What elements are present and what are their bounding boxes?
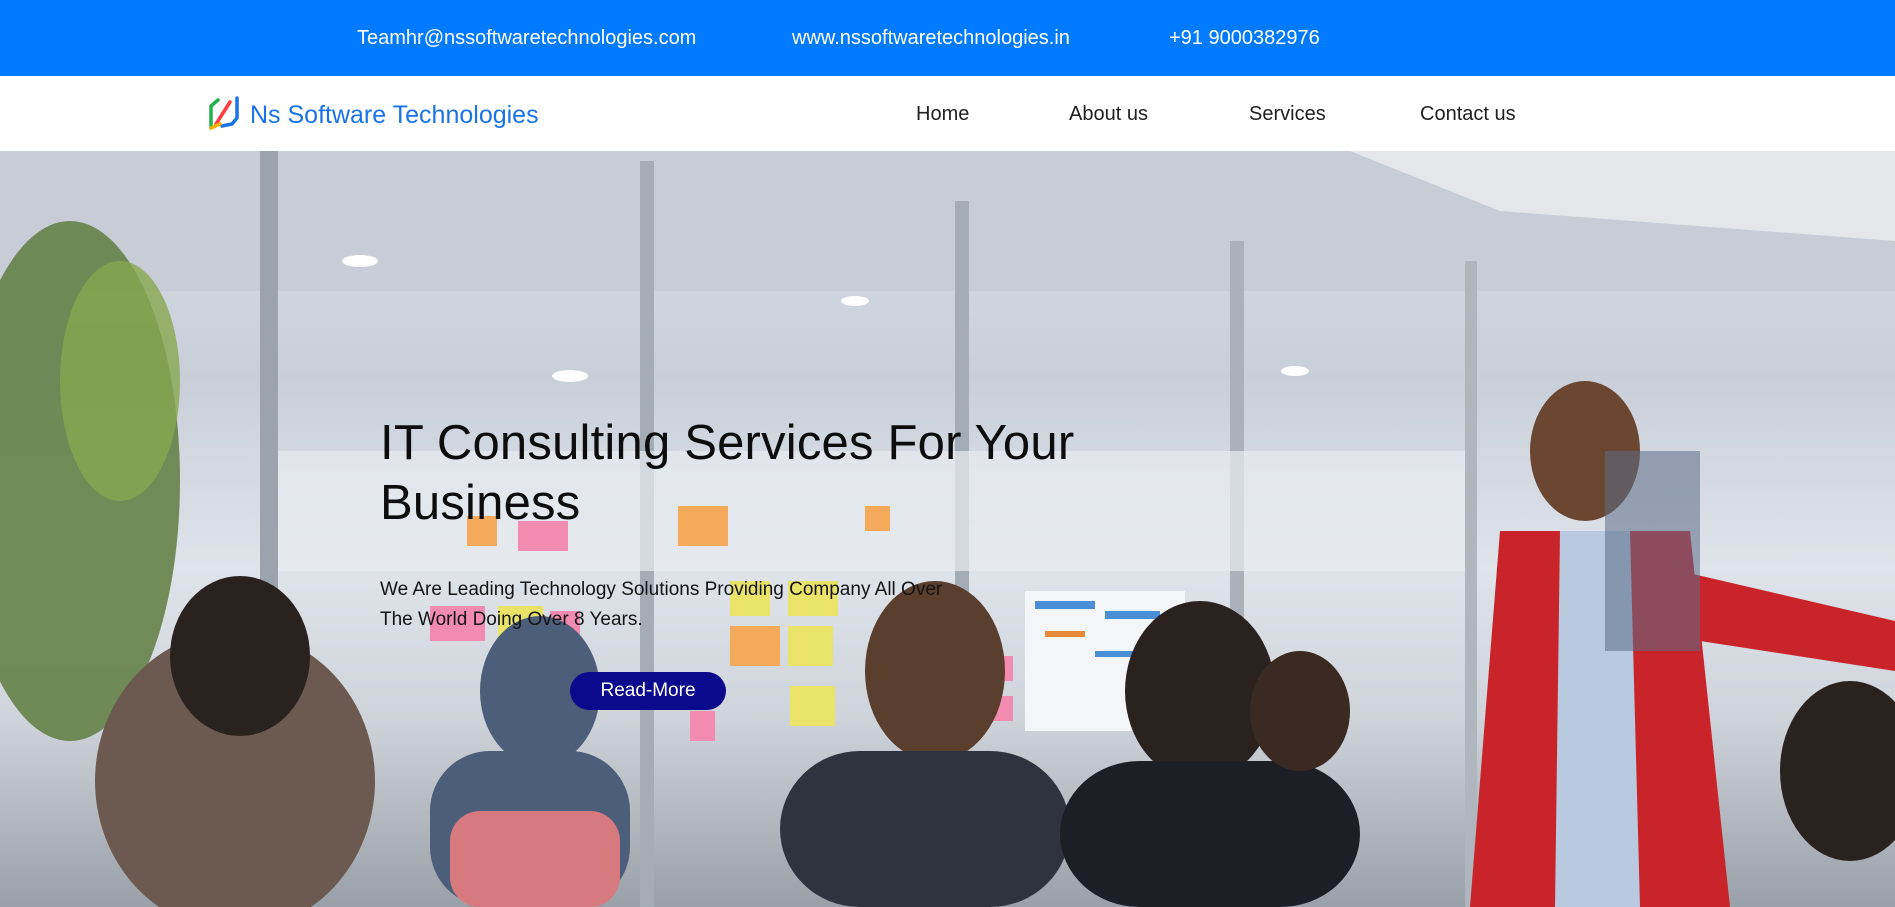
hero-section: IT Consulting Services For Your Business…: [0, 151, 1895, 907]
ns-logo-icon: [208, 94, 240, 136]
hero-subtitle: We Are Leading Technology Solutions Prov…: [380, 579, 943, 630]
hero-title: IT Consulting Services For Your Business: [380, 416, 1075, 530]
top-contact-bar: Teamhr@nssoftwaretechnologies.com www.ns…: [0, 0, 1895, 76]
nav-about-us[interactable]: About us: [1069, 103, 1148, 126]
main-navbar: Ns Software Technologies Home About us S…: [0, 76, 1895, 151]
contact-phone[interactable]: +91 9000382976: [1169, 27, 1320, 50]
nav-contact-us[interactable]: Contact us: [1420, 103, 1516, 126]
contact-email[interactable]: Teamhr@nssoftwaretechnologies.com: [357, 27, 696, 50]
brand[interactable]: Ns Software Technologies: [208, 94, 539, 136]
nav-services[interactable]: Services: [1249, 103, 1326, 126]
read-more-button[interactable]: Read-More: [570, 672, 726, 710]
nav-home[interactable]: Home: [916, 103, 969, 126]
contact-website[interactable]: www.nssoftwaretechnologies.in: [792, 27, 1070, 50]
brand-name: Ns Software Technologies: [250, 100, 539, 129]
